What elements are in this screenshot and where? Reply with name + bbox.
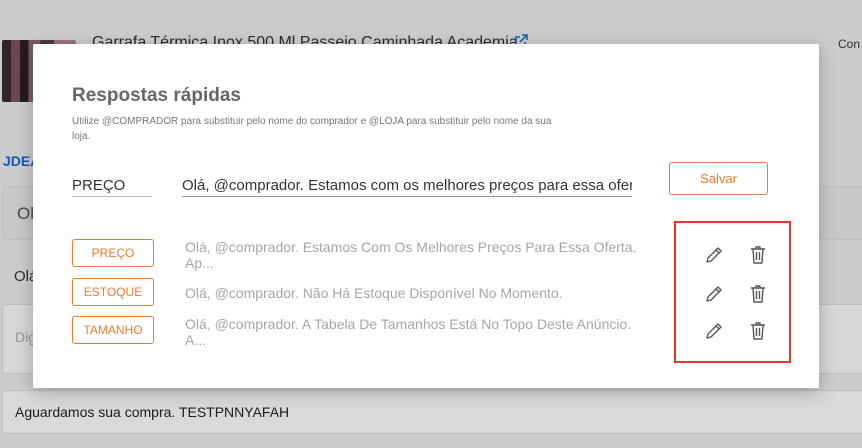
modal-title: Respostas rápidas (72, 85, 241, 106)
trash-icon[interactable] (747, 244, 769, 266)
pencil-icon[interactable] (703, 283, 725, 305)
reply-text: Olá, @comprador. Não Há Estoque Disponív… (185, 285, 563, 301)
trash-icon[interactable] (747, 283, 769, 305)
modal-help-text: Utilize @COMPRADOR para substituir pelo … (72, 116, 552, 142)
reply-tag-tamanho[interactable]: TAMANHO (72, 316, 154, 344)
pencil-icon[interactable] (703, 244, 725, 266)
reply-tag-estoque[interactable]: ESTOQUE (72, 278, 154, 306)
reply-tag-preco[interactable]: PREÇO (72, 239, 154, 267)
pencil-icon[interactable] (703, 320, 725, 342)
quick-replies-modal: Respostas rápidas Utilize @COMPRADOR par… (33, 44, 819, 388)
reply-label-input[interactable]: PREÇO (72, 177, 152, 197)
reply-text: Olá, @comprador. A Tabela De Tamanhos Es… (185, 316, 632, 348)
save-button[interactable]: Salvar (669, 162, 768, 195)
reply-message-input[interactable]: Olá, @comprador. Estamos com os melhores… (182, 177, 632, 197)
trash-icon[interactable] (747, 320, 769, 342)
reply-text: Olá, @comprador. Estamos Com Os Melhores… (185, 239, 637, 271)
